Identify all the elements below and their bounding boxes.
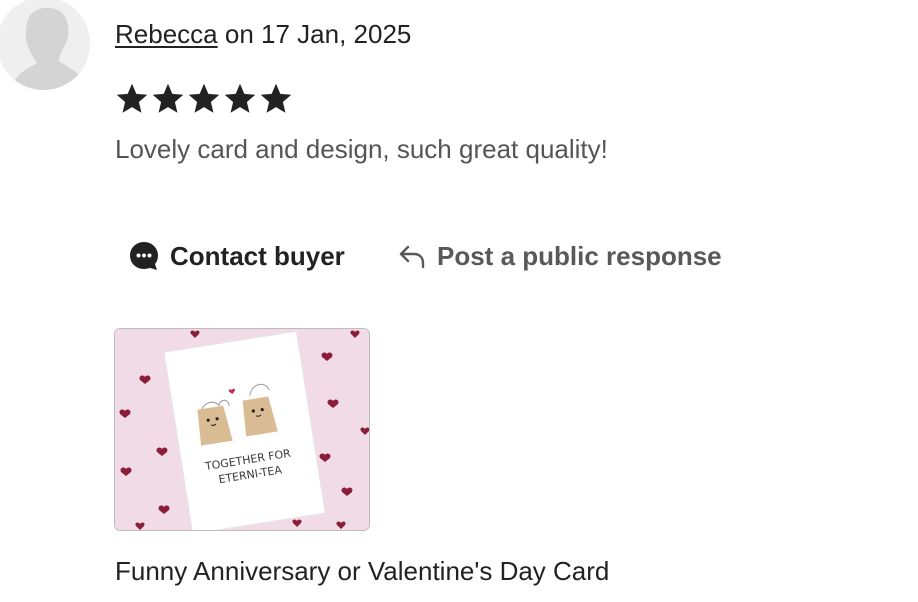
post-public-response-button[interactable]: Post a public response [397,236,722,276]
star-filled-icon [260,83,292,113]
greeting-card: TOGETHER FOR ETERNI-TEA [163,330,326,530]
review-text: Lovely card and design, such great quali… [115,134,608,164]
star-filled-icon [188,83,220,113]
contact-buyer-label: Contact buyer [170,240,345,271]
review-header: Rebecca on 17 Jan, 2025 [115,16,411,52]
chat-bubble-icon [128,240,160,272]
star-filled-icon [224,83,256,113]
contact-buyer-button[interactable]: Contact buyer [128,236,345,276]
star-filled-icon [116,83,148,113]
product-title-link[interactable]: Funny Anniversary or Valentine's Day Car… [115,553,609,589]
review-date: 17 Jan, 2025 [261,19,412,49]
avatar[interactable] [0,0,90,90]
star-filled-icon [152,83,184,113]
product-thumbnail[interactable]: TOGETHER FOR ETERNI-TEA [114,328,370,531]
product-image: TOGETHER FOR ETERNI-TEA [115,329,369,530]
reviewer-name-link[interactable]: Rebecca [115,19,218,49]
default-user-silhouette-icon [0,0,90,90]
star-rating [114,81,294,117]
reply-arrow-icon [397,241,427,271]
date-prefix: on [224,19,254,49]
post-response-label: Post a public response [437,240,722,271]
